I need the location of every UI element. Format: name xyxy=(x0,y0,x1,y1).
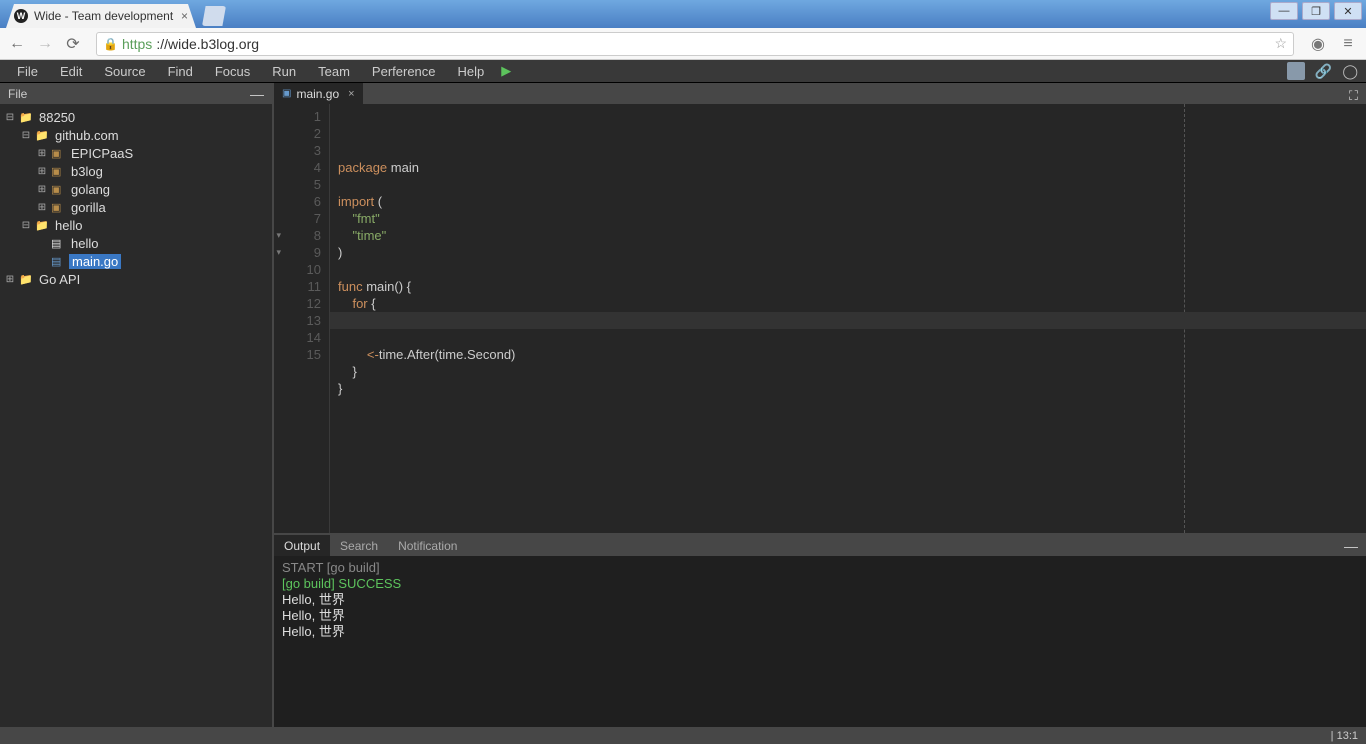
expand-icon[interactable]: ⊞ xyxy=(4,274,16,285)
panel-minimize-icon[interactable]: — xyxy=(1336,538,1366,554)
item-icon: ▤ xyxy=(51,237,66,250)
expand-icon[interactable]: ⊟ xyxy=(20,220,32,231)
code-editor[interactable]: 1234567▾8▾9101112131415 package mainimpo… xyxy=(274,104,1366,533)
line-gutter: 1234567▾8▾9101112131415 xyxy=(274,104,330,533)
run-button[interactable]: ▶ xyxy=(501,63,511,79)
expand-icon[interactable]: ⊞ xyxy=(36,184,48,195)
file-tree[interactable]: ⊟📁88250⊟📁github.com⊞▣EPICPaaS⊞▣b3log⊞▣go… xyxy=(0,104,272,727)
tree-node-88250[interactable]: ⊟📁88250 xyxy=(0,108,272,126)
sidebar-header: File — xyxy=(0,83,272,104)
url-rest: ://wide.b3log.org xyxy=(156,36,259,52)
tree-node-hello[interactable]: ▤hello xyxy=(0,234,272,252)
menu-file[interactable]: File xyxy=(8,62,47,81)
sidebar-minimize-icon[interactable]: — xyxy=(250,86,264,102)
user-avatar-icon[interactable] xyxy=(1287,62,1305,80)
menu-edit[interactable]: Edit xyxy=(51,62,91,81)
favicon-icon: W xyxy=(14,9,28,23)
window-minimize-button[interactable]: — xyxy=(1270,2,1298,20)
tree-node-main-go[interactable]: ▤main.go xyxy=(0,252,272,270)
ide-menu-bar: FileEditSource FindFocusRunTeamPerference… xyxy=(0,60,1366,83)
fold-yellow-icon: 📁 xyxy=(35,129,50,142)
pkg-ico-icon: ▣ xyxy=(51,201,66,214)
fullscreen-icon[interactable]: ⛶ xyxy=(1341,88,1366,104)
expand-icon[interactable]: ⊞ xyxy=(36,166,48,177)
menu-focus[interactable]: Focus xyxy=(206,62,259,81)
code-area[interactable]: package mainimport ( "fmt" "time")func m… xyxy=(330,104,1366,533)
panel-tab-search[interactable]: Search xyxy=(330,535,388,556)
menu-team[interactable]: Team xyxy=(309,62,359,81)
editor-tab-label: main.go xyxy=(296,87,339,101)
console-line: START [go build] xyxy=(282,560,1358,576)
menu-run[interactable]: Run xyxy=(263,62,305,81)
menu-find[interactable]: Find xyxy=(159,62,202,81)
expand-icon[interactable]: ⊞ xyxy=(36,148,48,159)
console-line: [go build] SUCCESS xyxy=(282,576,1358,592)
nav-reload-icon[interactable]: ⟳ xyxy=(64,34,82,54)
window-close-button[interactable]: ✕ xyxy=(1334,2,1362,20)
bottom-panel: OutputSearchNotification — START [go buil… xyxy=(274,533,1366,727)
tree-node-b3log[interactable]: ⊞▣b3log xyxy=(0,162,272,180)
tree-node-golang[interactable]: ⊞▣golang xyxy=(0,180,272,198)
menu-help[interactable]: Help xyxy=(449,62,494,81)
status-bar: | 13:1 xyxy=(0,727,1366,744)
panel-tab-notification[interactable]: Notification xyxy=(388,535,467,556)
console-line: Hello, 世界 xyxy=(282,608,1358,624)
expand-icon[interactable]: ⊟ xyxy=(4,112,16,123)
url-protocol: https xyxy=(122,36,152,52)
bookmark-star-icon[interactable]: ☆ xyxy=(1274,35,1287,52)
editor-tab-main-go[interactable]: ▣ main.go × xyxy=(274,83,364,104)
fold-red-icon: 📁 xyxy=(19,273,34,286)
go-file-icon: ▣ xyxy=(282,88,291,99)
menu-source[interactable]: Source xyxy=(95,62,154,81)
panel-tab-bar: OutputSearchNotification — xyxy=(274,535,1366,556)
extension-icon[interactable]: ◉ xyxy=(1308,34,1328,54)
lock-icon: 🔒 xyxy=(103,37,118,51)
file-ico-icon: ▤ xyxy=(51,255,66,268)
editor-tab-bar: ▣ main.go × ⛶ xyxy=(274,83,1366,104)
github-icon[interactable]: ◯ xyxy=(1342,63,1358,80)
nav-forward-icon[interactable]: → xyxy=(36,35,54,53)
window-maximize-button[interactable]: ❐ xyxy=(1302,2,1330,20)
expand-icon[interactable]: ⊞ xyxy=(36,202,48,213)
cursor-position: | 13:1 xyxy=(1331,730,1358,742)
browser-tab-title: Wide - Team development xyxy=(34,9,173,23)
tree-node-hello[interactable]: ⊟📁hello xyxy=(0,216,272,234)
tab-close-icon[interactable]: × xyxy=(181,9,188,23)
menu-perference[interactable]: Perference xyxy=(363,62,445,81)
fold-red-icon: 📁 xyxy=(19,111,34,124)
address-bar: ← → ⟳ 🔒 https://wide.b3log.org ☆ ◉ ≡ xyxy=(0,28,1366,60)
pkg-ico-icon: ▣ xyxy=(51,165,66,178)
tree-node-gorilla[interactable]: ⊞▣gorilla xyxy=(0,198,272,216)
file-sidebar: File — ⊟📁88250⊟📁github.com⊞▣EPICPaaS⊞▣b3… xyxy=(0,83,274,727)
share-icon[interactable]: 🔗 xyxy=(1315,63,1332,80)
nav-back-icon[interactable]: ← xyxy=(8,35,26,53)
expand-icon[interactable]: ⊟ xyxy=(20,130,32,141)
fold-yellow-icon: 📁 xyxy=(35,219,50,232)
pkg-ico-icon: ▣ xyxy=(51,147,66,160)
output-console[interactable]: START [go build][go build] SUCCESSHello,… xyxy=(274,556,1366,727)
url-input[interactable]: 🔒 https://wide.b3log.org ☆ xyxy=(96,32,1294,56)
chrome-menu-icon[interactable]: ≡ xyxy=(1338,35,1358,53)
tree-node-go api[interactable]: ⊞📁Go API xyxy=(0,270,272,288)
tree-node-github-com[interactable]: ⊟📁github.com xyxy=(0,126,272,144)
editor-tab-close-icon[interactable]: × xyxy=(348,88,354,100)
console-line: Hello, 世界 xyxy=(282,592,1358,608)
pkg-ico-icon: ▣ xyxy=(51,183,66,196)
panel-tab-output[interactable]: Output xyxy=(274,535,330,556)
tree-node-epicpaas[interactable]: ⊞▣EPICPaaS xyxy=(0,144,272,162)
console-line: Hello, 世界 xyxy=(282,624,1358,640)
new-tab-button[interactable] xyxy=(202,6,226,26)
sidebar-title: File xyxy=(8,87,27,101)
browser-tab[interactable]: W Wide - Team development × xyxy=(6,4,196,28)
window-titlebar: W Wide - Team development × — ❐ ✕ xyxy=(0,0,1366,28)
